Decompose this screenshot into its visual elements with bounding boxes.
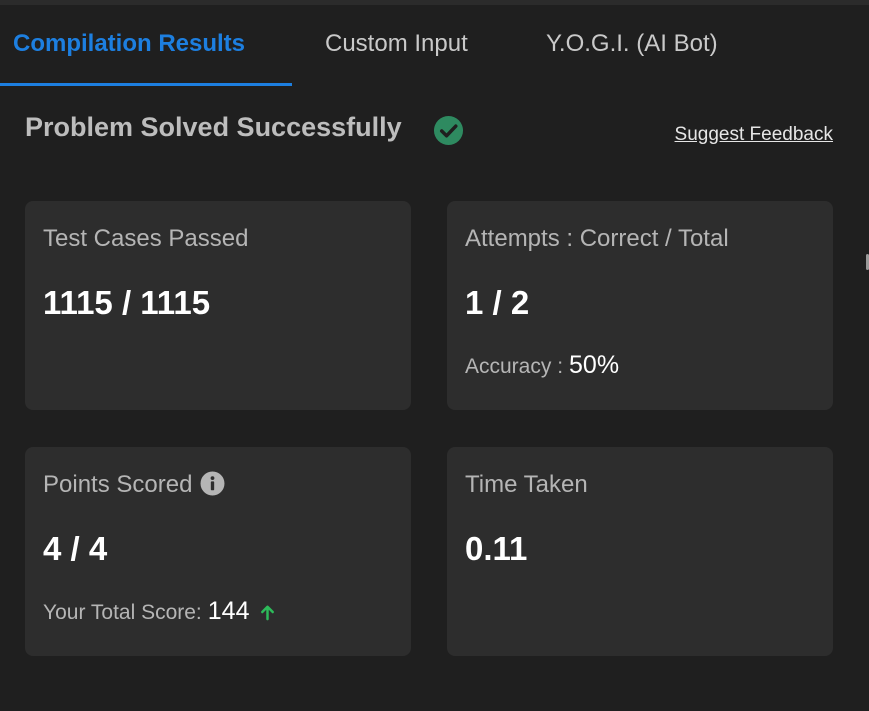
accuracy-row: Accuracy :50%	[465, 351, 619, 380]
total-score-value: 144	[207, 597, 250, 625]
accuracy-value: 50%	[569, 351, 620, 379]
status-title: Problem Solved Successfully	[25, 112, 402, 142]
tab-custom-input[interactable]: Custom Input	[325, 5, 468, 85]
test-cases-card: Test Cases Passed 1115 / 1115	[25, 201, 411, 410]
test-cases-value: 1115 / 1115	[43, 284, 211, 321]
points-value: 4 / 4	[43, 530, 108, 567]
accuracy-label: Accuracy :	[465, 355, 564, 378]
time-taken-card: Time Taken 0.11	[447, 447, 833, 656]
tab-yogi-ai-bot[interactable]: Y.O.G.I. (AI Bot)	[546, 5, 718, 85]
test-cases-label: Test Cases Passed	[43, 225, 249, 252]
check-circle-icon	[433, 115, 464, 146]
points-label-row: Points Scored	[43, 471, 225, 499]
tab-compilation-results[interactable]: Compilation Results	[13, 5, 245, 85]
points-card: Points Scored 4 / 4 Your Total Score: 144	[25, 447, 411, 656]
points-label: Points Scored	[43, 471, 193, 498]
info-icon[interactable]	[200, 471, 225, 496]
attempts-value: 1 / 2	[465, 284, 530, 321]
active-tab-indicator	[0, 83, 292, 86]
result-tabs: Compilation Results Custom Input Y.O.G.I…	[0, 5, 869, 86]
total-score-row: Your Total Score: 144	[43, 597, 277, 626]
time-taken-label: Time Taken	[465, 471, 588, 498]
attempts-card: Attempts : Correct / Total 1 / 2 Accurac…	[447, 201, 833, 410]
suggest-feedback-link[interactable]: Suggest Feedback	[675, 124, 833, 146]
time-taken-value: 0.11	[465, 530, 528, 567]
arrow-up-icon	[260, 605, 274, 621]
total-score-label: Your Total Score:	[43, 601, 202, 624]
attempts-label: Attempts : Correct / Total	[465, 225, 729, 252]
